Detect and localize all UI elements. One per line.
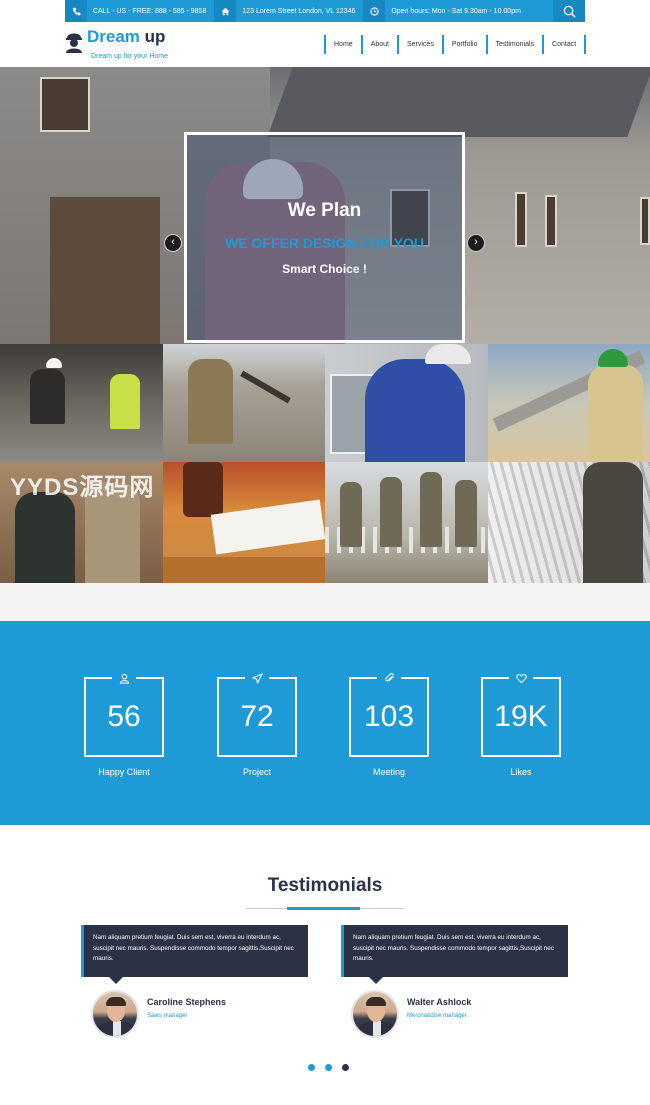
stat-box: 19K [481,670,561,757]
brand-tagline: Dream up for your Home [91,53,169,60]
portfolio-tile[interactable] [0,344,163,462]
stat-likes: 19K Likes [481,670,561,777]
hero-bg-window [40,77,90,132]
heart-icon [509,670,533,686]
phone-info: CALL - US - FREE: 888 - 585 - 9858 [65,0,214,22]
carousel-dot[interactable] [308,1064,315,1071]
testimonial-quote: Nam aliquam pretium feugiat. Duis sem es… [81,925,308,984]
address-text: 123 Lorem Street London, VL 12346 [242,7,356,15]
portfolio-tile[interactable] [325,462,488,583]
portfolio-tile[interactable] [487,462,650,583]
author-name: Walter Ashlock [407,997,472,1007]
address-info: 123 Lorem Street London, VL 12346 [214,0,363,22]
hero-caption-box: We Plan WE OFFER DESIGN FOR YOU Smart Ch… [184,132,465,343]
hours-text: Open hours: Mon - Sat 9.30am - 10.00pm [391,7,521,15]
stat-value: 103 [363,700,415,733]
portfolio-tile[interactable] [162,344,325,462]
stat-label: Meeting [372,767,406,777]
paper-plane-icon [245,670,269,686]
brand-name-second: up [139,27,166,46]
nav-portfolio[interactable]: Portfolio [441,35,486,54]
stat-label: Happy Client [98,767,150,777]
hours-info: Open hours: Mon - Sat 9.30am - 10.00pm [363,0,529,22]
hero-tagline: Smart Choice ! [282,262,367,276]
hero-bg-window [515,192,527,247]
chevron-left-icon: ‹ [171,236,175,248]
avatar [351,990,399,1038]
carousel-dot[interactable] [325,1064,332,1071]
stat-project: 72 Project [217,670,297,777]
section-spacer [0,583,650,621]
slider-prev-button[interactable]: ‹ [164,234,182,252]
home-icon [214,0,237,22]
quote-text: Nam aliquam pretium feugiat. Duis sem es… [93,934,294,962]
carousel-dots [308,1064,359,1071]
author-info: Walter Ashlock Merchandise manager [407,997,471,1019]
carousel-dot-active[interactable] [342,1064,349,1071]
clock-icon [363,0,386,22]
search-button[interactable] [553,0,585,22]
title-divider-accent [287,907,360,910]
stat-box: 72 [217,670,297,757]
worker-logo-icon [64,29,84,53]
phone-text: CALL - US - FREE: 888 - 585 - 9858 [93,7,207,15]
search-icon [563,5,576,18]
user-icon [112,670,136,686]
stat-happy-client: 56 Happy Client [84,670,164,777]
slider-next-button[interactable]: › [467,234,485,252]
quote-text: Nam aliquam pretium feugiat. Duis sem es… [353,934,554,962]
hero-bg-window [545,195,557,247]
portfolio-tile[interactable] [487,344,650,462]
brand-name-first: Dream [87,27,140,46]
author-role: Sales manager [147,1013,188,1019]
hero-subtitle: WE OFFER DESIGN FOR YOU [225,235,424,251]
testimonial-quote: Nam aliquam pretium feugiat. Duis sem es… [341,925,568,984]
site-header: Dream up Dream up for your Home Home Abo… [0,22,650,67]
testimonial-author: Caroline Stephens Sales manager [91,990,226,1038]
watermark-text: YYDS源码网 [10,474,155,501]
portfolio-tile[interactable] [325,344,488,462]
nav-home[interactable]: Home [324,35,361,54]
stat-box: 56 [84,670,164,757]
testimonial-author: Walter Ashlock Merchandise manager [351,990,471,1038]
portfolio-tile[interactable] [162,462,325,583]
author-name: Caroline Stephens [147,997,227,1007]
chevron-right-icon: › [474,236,478,248]
testimonials-title: Testimonials [267,875,383,896]
quote-pointer [109,977,123,984]
brand-name: Dream up [87,27,165,47]
stats-section: 56 Happy Client 72 Project 103 Meeting 1… [0,621,650,825]
hero-slider: We Plan WE OFFER DESIGN FOR YOU Smart Ch… [0,67,650,344]
stat-value: 19K [494,700,548,733]
nav-contact[interactable]: Contact [542,35,587,54]
hero-bg-window [640,197,650,245]
stat-meeting: 103 Meeting [349,670,429,777]
site-logo[interactable]: Dream up Dream up for your Home [64,27,168,60]
nav-services[interactable]: Services [396,35,442,54]
stat-value: 56 [107,700,141,733]
stat-value: 72 [240,700,274,733]
main-nav: Home About Services Portfolio Testimonia… [324,35,587,54]
hero-title: We Plan [287,200,362,221]
avatar [91,990,139,1038]
top-info-bar: CALL - US - FREE: 888 - 585 - 9858 123 L… [65,0,585,22]
phone-icon [65,0,87,22]
stat-label: Likes [510,767,532,777]
hero-bg-roof [267,67,650,137]
nav-about[interactable]: About [360,35,397,54]
stat-box: 103 [349,670,429,757]
paperclip-icon [377,670,401,686]
stat-label: Project [242,767,271,777]
quote-pointer [369,977,383,984]
portfolio-grid [0,344,650,583]
hero-bg-garage [50,197,160,344]
author-info: Caroline Stephens Sales manager [147,997,226,1019]
nav-testimonials[interactable]: Testimonials [485,35,543,54]
author-role: Merchandise manager [407,1013,467,1019]
